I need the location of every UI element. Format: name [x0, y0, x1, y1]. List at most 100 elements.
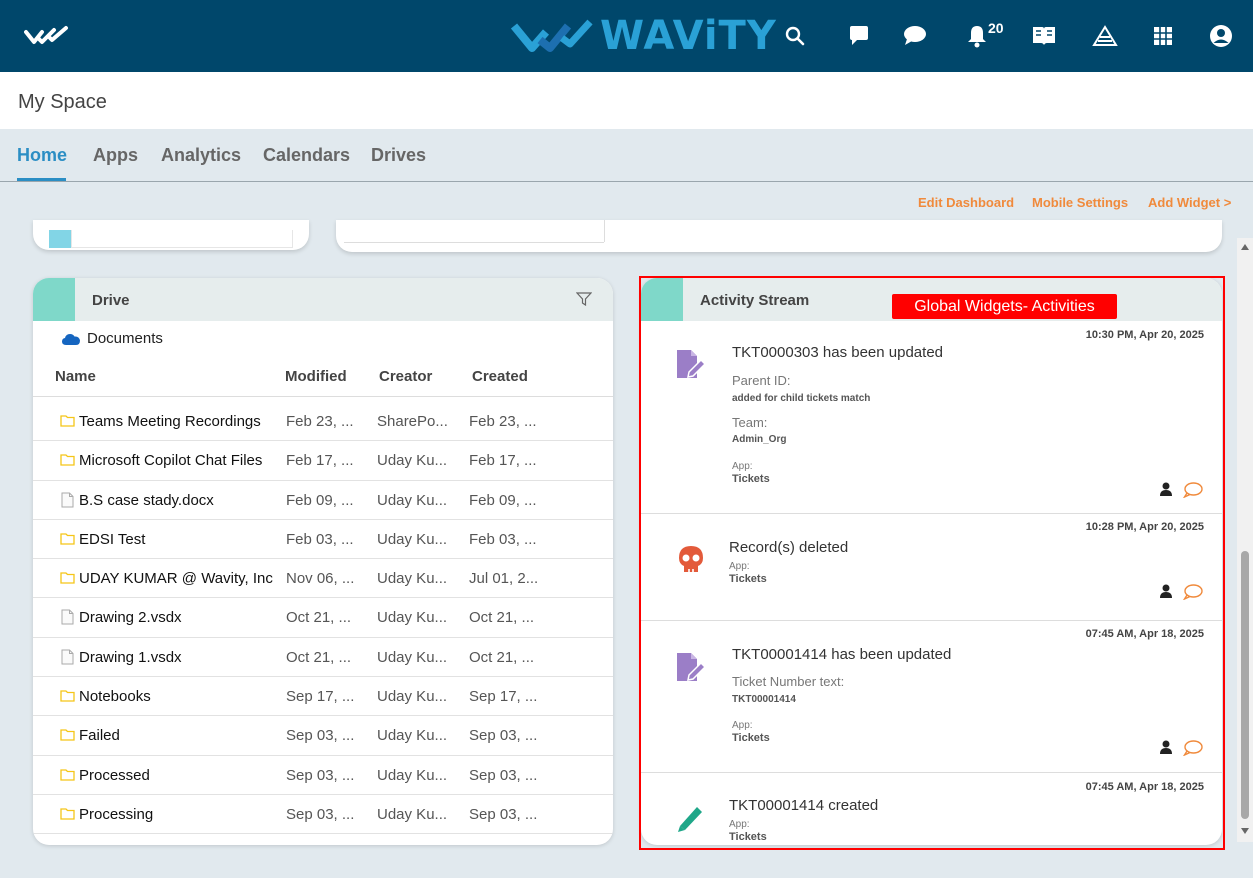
- cone-icon[interactable]: [1091, 22, 1119, 50]
- scroll-up-icon[interactable]: [1241, 244, 1249, 250]
- file-modified: Feb 23, ...: [286, 413, 354, 430]
- edit-dashboard-link[interactable]: Edit Dashboard: [918, 195, 1014, 210]
- row-divider: [344, 242, 604, 243]
- file-modified: Feb 03, ...: [286, 530, 354, 548]
- drive-file-row[interactable]: Processing Sep 03, ... Uday Ku... Sep 03, .…: [33, 795, 613, 835]
- page-scrollbar[interactable]: [1237, 238, 1253, 842]
- drive-file-row[interactable]: EDSI Test Feb 03, ... Uday Ku... Feb 03, ..…: [33, 520, 613, 560]
- tab-calendars[interactable]: Calendars: [263, 145, 350, 166]
- file-creator: Uday Ku...: [377, 452, 448, 470]
- drive-widget-title: Drive: [92, 292, 130, 309]
- notification-count: 20: [988, 20, 1004, 36]
- file-name[interactable]: B.S case stady.docx: [79, 492, 279, 509]
- partial-widget-left: [33, 220, 309, 250]
- file-modified: Feb 17, ...: [286, 452, 354, 470]
- file-creator: Uday Ku...: [377, 688, 448, 706]
- file-creator: Uday Ku...: [377, 766, 448, 784]
- space-header: My Space: [0, 72, 1253, 129]
- column-header-name[interactable]: Name: [55, 368, 96, 385]
- active-tab-indicator: [17, 178, 66, 181]
- tab-apps[interactable]: Apps: [93, 145, 138, 166]
- drive-file-row[interactable]: B.S case stady.docx Feb 09, ... Uday Ku...…: [33, 481, 613, 520]
- messages-icon[interactable]: [901, 22, 929, 50]
- file-name[interactable]: Processed: [79, 767, 279, 784]
- column-header-created[interactable]: Created: [472, 368, 528, 385]
- file-modified: Oct 21, ...: [286, 648, 352, 666]
- column-header-creator[interactable]: Creator: [379, 368, 432, 385]
- brand-mark-icon: [510, 19, 593, 52]
- file-creator: Uday Ku...: [377, 805, 448, 823]
- file-created: Oct 21, ...: [469, 609, 535, 627]
- file-name[interactable]: EDSI Test: [79, 531, 279, 548]
- file-name[interactable]: Processing: [79, 806, 279, 823]
- file-name[interactable]: UDAY KUMAR @ Wavity, Inc: [79, 570, 279, 587]
- drive-file-row[interactable]: Microsoft Copilot Chat Files Feb 17, ... U…: [33, 441, 613, 481]
- wavity-logo-icon[interactable]: [24, 24, 72, 48]
- scroll-down-icon[interactable]: [1241, 828, 1249, 834]
- drive-file-list: Teams Meeting Recordings Feb 23, ... Share…: [33, 402, 613, 835]
- widget-accent: [49, 230, 71, 248]
- brand-name: WAViTY: [600, 13, 777, 59]
- drive-file-row[interactable]: Failed Sep 03, ... Uday Ku... Sep 03, ...: [33, 716, 613, 756]
- folder-icon: [60, 767, 75, 783]
- tab-home[interactable]: Home: [17, 145, 67, 166]
- drive-file-row[interactable]: Teams Meeting Recordings Feb 23, ... Share…: [33, 402, 613, 442]
- drive-file-row[interactable]: Drawing 2.vsdx Oct 21, ... Uday Ku... Oct 2…: [33, 598, 613, 638]
- chat-icon[interactable]: [845, 22, 873, 50]
- folder-icon: [60, 531, 75, 547]
- file-name[interactable]: Notebooks: [79, 688, 279, 705]
- tab-drives[interactable]: Drives: [371, 145, 426, 166]
- drive-file-row[interactable]: Drawing 1.vsdx Oct 21, ... Uday Ku... Oct 2…: [33, 638, 613, 678]
- annotation-frame: [639, 276, 1225, 850]
- book-icon[interactable]: [1030, 22, 1058, 50]
- grid-icon[interactable]: [1149, 22, 1177, 50]
- file-creator: Uday Ku...: [377, 648, 448, 666]
- top-navbar: WAViTY 20: [0, 0, 1253, 72]
- file-created: Sep 03, ...: [469, 805, 538, 823]
- file-name[interactable]: Failed: [79, 727, 279, 744]
- column-divider: [604, 220, 605, 242]
- file-modified: Sep 03, ...: [286, 805, 355, 823]
- file-created: Sep 03, ...: [469, 766, 538, 784]
- file-name[interactable]: Teams Meeting Recordings: [79, 413, 279, 430]
- folder-icon: [60, 688, 75, 704]
- column-header-modified[interactable]: Modified: [285, 368, 347, 385]
- filter-icon[interactable]: [576, 292, 592, 306]
- file-created: Feb 17, ...: [469, 452, 537, 470]
- file-created: Oct 21, ...: [469, 648, 535, 666]
- file-creator: Uday Ku...: [377, 530, 448, 548]
- partial-widget-right: [336, 220, 1222, 252]
- file-created: Sep 17, ...: [469, 688, 538, 706]
- file-modified: Sep 17, ...: [286, 688, 355, 706]
- folder-icon: [60, 806, 75, 822]
- file-modified: Nov 06, ...: [286, 570, 355, 588]
- header-divider: [33, 396, 613, 397]
- brand-logo[interactable]: WAViTY: [510, 13, 777, 59]
- search-icon[interactable]: [781, 22, 809, 50]
- drive-file-row[interactable]: UDAY KUMAR @ Wavity, Inc Nov 06, ... Uday …: [33, 559, 613, 599]
- user-icon[interactable]: [1207, 22, 1235, 50]
- file-modified: Sep 03, ...: [286, 727, 355, 745]
- file-modified: Sep 03, ...: [286, 766, 355, 784]
- bell-icon[interactable]: [963, 22, 991, 50]
- file-name[interactable]: Microsoft Copilot Chat Files: [79, 452, 279, 469]
- drive-source[interactable]: Documents: [61, 330, 163, 347]
- file-modified: Oct 21, ...: [286, 609, 352, 627]
- file-name[interactable]: Drawing 1.vsdx: [79, 649, 279, 666]
- mobile-settings-link[interactable]: Mobile Settings: [1032, 195, 1128, 210]
- tab-analytics[interactable]: Analytics: [161, 145, 241, 166]
- file-name[interactable]: Drawing 2.vsdx: [79, 609, 279, 626]
- file-icon: [60, 609, 75, 625]
- scrollbar-thumb[interactable]: [1241, 551, 1249, 819]
- drive-widget-header: Drive: [33, 278, 613, 321]
- add-widget-link[interactable]: Add Widget >: [1148, 195, 1231, 210]
- file-created: Jul 01, 2...: [469, 570, 539, 588]
- page-title: My Space: [18, 91, 107, 113]
- file-created: Feb 23, ...: [469, 413, 537, 430]
- drive-file-row[interactable]: Processed Sep 03, ... Uday Ku... Sep 03, ..…: [33, 756, 613, 795]
- file-icon: [60, 649, 75, 665]
- folder-icon: [60, 413, 75, 429]
- tab-bar: Home Apps Analytics Calendars Drives: [0, 129, 1253, 182]
- widget-inner-box: [71, 230, 293, 248]
- drive-file-row[interactable]: Notebooks Sep 17, ... Uday Ku... Sep 17, ..…: [33, 677, 613, 717]
